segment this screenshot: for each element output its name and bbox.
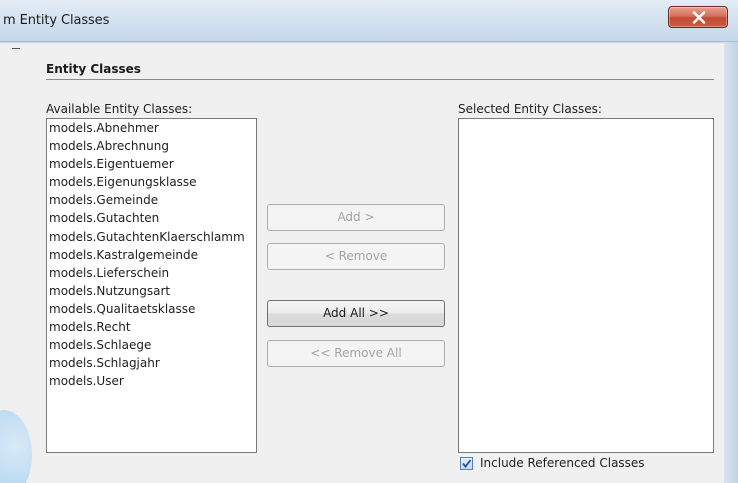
selected-classes-list[interactable] — [458, 118, 714, 453]
available-classes-list[interactable]: models.Abnehmer models.Abrechnung models.E… — [46, 118, 257, 453]
list-item[interactable]: models.Gemeinde — [47, 191, 256, 209]
close-icon — [692, 11, 706, 24]
list-item[interactable]: models.Qualitaetsklasse — [47, 300, 256, 318]
window-title: m Entity Classes — [3, 13, 110, 28]
include-referenced-checkbox[interactable] — [460, 457, 473, 470]
list-item[interactable]: models.Eigenungsklasse — [47, 173, 256, 191]
selected-classes-label: Selected Entity Classes: — [458, 102, 602, 116]
remove-button[interactable]: < Remove — [267, 243, 445, 270]
window-edge — [724, 42, 738, 483]
list-item[interactable]: models.Lieferschein — [47, 264, 256, 282]
add-button[interactable]: Add > — [267, 204, 445, 231]
group-title: Entity Classes — [46, 62, 141, 76]
list-item[interactable]: models.Schlagjahr — [47, 354, 256, 372]
list-item[interactable]: models.Kastralgemeinde — [47, 246, 256, 264]
title-bar: m Entity Classes — [0, 0, 738, 42]
list-item[interactable]: models.Eigentuemer — [47, 155, 256, 173]
list-item[interactable]: models.Abnehmer — [47, 119, 256, 137]
list-item[interactable]: models.GutachtenKlaerschlamm — [47, 228, 256, 246]
list-item[interactable]: models.Abrechnung — [47, 137, 256, 155]
include-referenced-label: Include Referenced Classes — [480, 456, 645, 470]
left-divider-mark — [12, 48, 20, 49]
list-item[interactable]: models.Schlaege — [47, 336, 256, 354]
available-classes-label: Available Entity Classes: — [46, 102, 193, 116]
add-all-button[interactable]: Add All >> — [267, 300, 445, 327]
close-button[interactable] — [668, 6, 728, 28]
group-separator — [46, 79, 714, 80]
checkmark-icon — [462, 459, 472, 468]
list-item[interactable]: models.Gutachten — [47, 209, 256, 227]
remove-all-button[interactable]: << Remove All — [267, 340, 445, 367]
list-item[interactable]: models.Nutzungsart — [47, 282, 256, 300]
list-item[interactable]: models.User — [47, 372, 256, 390]
list-item[interactable]: models.Recht — [47, 318, 256, 336]
